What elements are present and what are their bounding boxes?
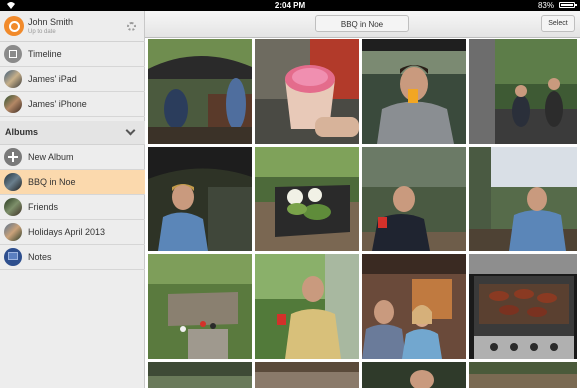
main-content: BBQ in Noe Select	[145, 11, 580, 388]
photo-thumbnail[interactable]	[362, 254, 466, 359]
album-thumbnail	[4, 198, 22, 216]
sync-status: Up to date	[28, 29, 56, 35]
photo-image	[148, 147, 252, 251]
sidebar-item-label: Notes	[28, 252, 52, 262]
battery-percentage: 83%	[537, 1, 554, 10]
sidebar-item-holidays[interactable]: Holidays April 2013	[0, 220, 145, 245]
app-logo-icon	[4, 16, 24, 36]
photo-thumbnail[interactable]	[362, 362, 466, 388]
photo-image	[255, 147, 359, 251]
photo-image	[255, 39, 359, 144]
photo-thumbnail[interactable]	[148, 39, 252, 144]
sidebar-item-notes[interactable]: Notes	[0, 245, 145, 270]
sidebar: John Smith Up to date Timeline James' iP…	[0, 11, 145, 388]
sidebar-item-ipad[interactable]: James' iPad	[0, 67, 145, 92]
photo-image	[148, 254, 252, 359]
albums-header-label: Albums	[5, 127, 39, 137]
photo-image	[255, 254, 359, 359]
photo-image	[469, 147, 577, 251]
photo-image	[362, 362, 466, 388]
photo-image	[362, 254, 466, 359]
photo-thumbnail[interactable]	[469, 254, 577, 359]
photo-image	[362, 147, 466, 251]
albums-section-header[interactable]: Albums	[0, 121, 145, 145]
album-title-button[interactable]: BBQ in Noe	[315, 15, 409, 32]
photo-image	[469, 254, 577, 359]
photo-thumbnail[interactable]	[469, 362, 577, 388]
photo-image	[469, 362, 577, 388]
photo-thumbnail[interactable]	[469, 39, 577, 144]
user-name: John Smith	[28, 17, 74, 27]
photo-thumbnail[interactable]	[148, 362, 252, 388]
photo-image	[148, 39, 252, 144]
clock: 2:04 PM	[274, 1, 306, 10]
sidebar-item-new-album[interactable]: New Album	[0, 145, 145, 170]
photo-thumbnail[interactable]	[255, 39, 359, 144]
sidebar-item-label: New Album	[28, 152, 74, 162]
iphone-thumbnail	[4, 95, 22, 113]
sidebar-item-timeline[interactable]: Timeline	[0, 42, 145, 67]
top-toolbar: BBQ in Noe Select	[145, 11, 580, 38]
photo-image	[148, 362, 252, 388]
battery-icon	[559, 2, 577, 8]
sidebar-item-label: BBQ in Noe	[28, 177, 76, 187]
sidebar-item-label: James' iPhone	[28, 99, 87, 109]
timeline-icon	[4, 45, 22, 63]
sidebar-item-label: James' iPad	[28, 74, 77, 84]
photo-image	[255, 362, 359, 388]
album-thumbnail	[4, 223, 22, 241]
sidebar-item-label: Friends	[28, 202, 59, 212]
photo-thumbnail[interactable]	[362, 39, 466, 144]
photo-thumbnail[interactable]	[148, 147, 252, 251]
photo-thumbnail[interactable]	[469, 147, 577, 251]
select-button[interactable]: Select	[541, 15, 575, 32]
album-thumbnail	[4, 173, 22, 191]
photo-thumbnail[interactable]	[148, 254, 252, 359]
status-bar: 2:04 PM 83%	[0, 0, 580, 11]
photo-thumbnail[interactable]	[362, 147, 466, 251]
user-header[interactable]: John Smith Up to date	[0, 11, 145, 42]
photo-thumbnail[interactable]	[255, 147, 359, 251]
notes-icon	[4, 248, 22, 266]
sidebar-item-label: Holidays April 2013	[28, 227, 106, 237]
sidebar-item-label: Timeline	[28, 49, 62, 59]
plus-icon	[4, 148, 22, 166]
sidebar-item-bbq-in-noe[interactable]: BBQ in Noe	[0, 170, 145, 195]
photo-image	[469, 39, 577, 144]
gear-icon[interactable]	[127, 22, 136, 31]
sidebar-item-iphone[interactable]: James' iPhone	[0, 92, 145, 117]
chevron-down-icon[interactable]	[125, 125, 136, 136]
sidebar-item-friends[interactable]: Friends	[0, 195, 145, 220]
ipad-thumbnail	[4, 70, 22, 88]
photo-thumbnail[interactable]	[255, 254, 359, 359]
photo-grid	[145, 38, 580, 388]
photo-image	[362, 39, 466, 144]
photo-thumbnail[interactable]	[255, 362, 359, 388]
